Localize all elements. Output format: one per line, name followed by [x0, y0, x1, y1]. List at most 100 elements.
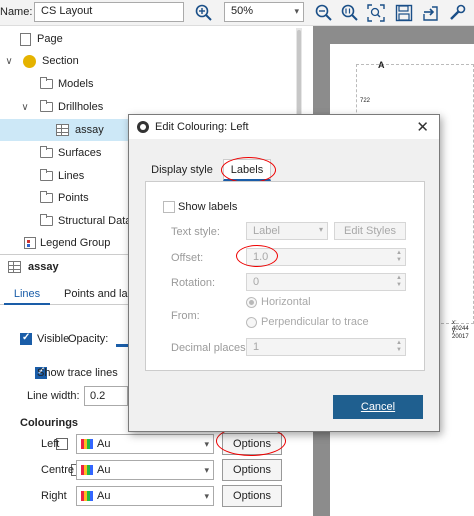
- name-input[interactable]: CS Layout: [34, 2, 184, 22]
- page-icon: [20, 32, 31, 46]
- tree-item-label: Page: [37, 33, 63, 45]
- line-width-label: Line width:: [27, 390, 80, 402]
- right-colouring-select[interactable]: Au ▾: [76, 486, 214, 506]
- folder-icon: [40, 100, 53, 112]
- name-label: Name:: [0, 6, 33, 18]
- horizontal-label: Horizontal: [261, 296, 311, 308]
- table-icon: [56, 124, 69, 136]
- tab-display-style[interactable]: Display style: [151, 159, 213, 181]
- chevron-down-icon: ▾: [204, 490, 209, 501]
- zoom-out-icon[interactable]: [313, 2, 335, 24]
- tree-item-label: Section: [42, 55, 79, 67]
- chevron-down-icon: ▾: [318, 225, 323, 234]
- close-icon[interactable]: ✕: [416, 118, 429, 136]
- section-label-a: A: [378, 60, 385, 70]
- horizontal-radio[interactable]: Horizontal: [246, 296, 311, 308]
- right-colouring-value: Au: [97, 490, 111, 502]
- left-colouring-value: Au: [97, 438, 111, 450]
- zoom-100-icon[interactable]: [339, 2, 361, 24]
- visible-checkbox[interactable]: [20, 332, 32, 345]
- zoom-in-icon[interactable]: [193, 2, 215, 24]
- folder-icon: [40, 77, 53, 89]
- perpendicular-label: Perpendicular to trace: [261, 316, 369, 328]
- edit-styles-button[interactable]: Edit Styles: [334, 222, 406, 240]
- tree-item-points[interactable]: Points: [40, 187, 89, 209]
- perpendicular-radio[interactable]: Perpendicular to trace: [246, 316, 369, 328]
- line-width-input[interactable]: 0.2: [84, 386, 128, 406]
- labels-tab-panel: Show labels Text style: Label ▾ Edit Sty…: [145, 181, 425, 371]
- right-colouring-label: Right: [41, 490, 67, 502]
- rotation-value: 0: [253, 276, 260, 288]
- legend-icon: [24, 237, 36, 249]
- left-options-button[interactable]: Options: [222, 433, 282, 455]
- centre-colouring-select[interactable]: Au ▾: [76, 460, 214, 480]
- show-labels-checkbox[interactable]: [163, 201, 175, 213]
- decimal-places-input[interactable]: 1 ▲ ▼: [246, 338, 406, 356]
- from-label: From:: [171, 310, 200, 322]
- right-options-button[interactable]: Options: [222, 485, 282, 507]
- axis-tick-722: 722: [360, 98, 371, 104]
- edit-colouring-dialog: Edit Colouring: Left ✕ Display style Lab…: [128, 114, 440, 432]
- show-labels-label: Show labels: [178, 201, 238, 213]
- chevron-down-icon: ▾: [204, 438, 209, 449]
- folder-icon: [40, 191, 53, 203]
- offset-label: Offset:: [171, 252, 204, 264]
- rotation-input[interactable]: 0 ▲ ▼: [246, 273, 406, 291]
- colourmap-icon: [81, 465, 93, 475]
- chevron-down-icon: ▾: [204, 464, 209, 475]
- save-icon[interactable]: [393, 2, 415, 24]
- colourings-header: Colourings: [20, 417, 79, 429]
- folder-icon: [40, 146, 53, 158]
- tree-item-label: assay: [75, 124, 104, 136]
- centre-options-button[interactable]: Options: [222, 459, 282, 481]
- left-colouring-label: Left: [41, 438, 60, 450]
- zoom-select[interactable]: 50% ▾: [224, 2, 304, 22]
- text-style-value: Label: [253, 225, 280, 237]
- rotation-label: Rotation:: [171, 277, 216, 289]
- tab-labels[interactable]: Labels: [223, 159, 271, 181]
- chevron-down-icon: ▾: [294, 6, 299, 16]
- zoom-value: 50%: [231, 5, 254, 17]
- tree-item-structural-data[interactable]: Structural Data: [40, 210, 131, 232]
- text-style-select[interactable]: Label ▾: [246, 222, 328, 240]
- tree-item-label: Legend Group: [40, 237, 111, 249]
- tree-item-label: Structural Data: [58, 215, 132, 227]
- tree-item-label: Points: [58, 192, 89, 204]
- tree-item-label: Models: [58, 78, 94, 90]
- text-style-label: Text style:: [171, 226, 220, 238]
- cancel-button[interactable]: Cancel: [333, 395, 423, 419]
- export-icon[interactable]: [419, 2, 441, 24]
- zoom-fit-icon[interactable]: [365, 2, 387, 24]
- left-colouring-select[interactable]: Au ▾: [76, 434, 214, 454]
- radio-icon: [246, 316, 257, 328]
- chevron-down-icon[interactable]: ∨: [20, 102, 30, 113]
- tools-icon[interactable]: [446, 2, 468, 24]
- coordinate-y: y: 20017: [452, 328, 469, 340]
- tab-lines[interactable]: Lines: [4, 285, 50, 305]
- tree-item-label: Drillholes: [58, 101, 104, 113]
- offset-input[interactable]: 1.0 ▲ ▼: [246, 248, 406, 266]
- chevron-down-icon[interactable]: ∨: [4, 56, 14, 67]
- decimal-places-value: 1: [253, 341, 260, 353]
- tree-item-lines[interactable]: Lines: [40, 165, 84, 187]
- tree-item-label: Surfaces: [58, 147, 102, 159]
- tree-item-surfaces[interactable]: Surfaces: [40, 142, 101, 164]
- opacity-slider[interactable]: [116, 344, 128, 347]
- centre-colouring-value: Au: [97, 464, 111, 476]
- table-icon: [8, 261, 21, 273]
- tree-item-section[interactable]: ∨ Section: [4, 50, 79, 72]
- radio-icon: [246, 296, 257, 308]
- spinner-icon[interactable]: ▲ ▼: [396, 275, 402, 289]
- tree-item-drillholes[interactable]: ∨ Drillholes: [20, 96, 103, 118]
- tree-item-models[interactable]: Models: [40, 73, 93, 95]
- spinner-icon[interactable]: ▲ ▼: [396, 340, 402, 354]
- centre-colouring-label: Centre: [41, 464, 75, 476]
- opacity-label: Opacity:: [68, 333, 109, 345]
- show-trace-lines-label: Show trace lines: [37, 367, 118, 379]
- tree-item-label: Lines: [58, 170, 85, 182]
- visible-label: Visible: [37, 333, 70, 345]
- tree-item-legend-group[interactable]: Legend Group: [24, 232, 110, 254]
- offset-value: 1.0: [253, 251, 269, 263]
- spinner-icon[interactable]: ▲ ▼: [396, 250, 402, 264]
- tree-item-page[interactable]: Page: [20, 28, 63, 50]
